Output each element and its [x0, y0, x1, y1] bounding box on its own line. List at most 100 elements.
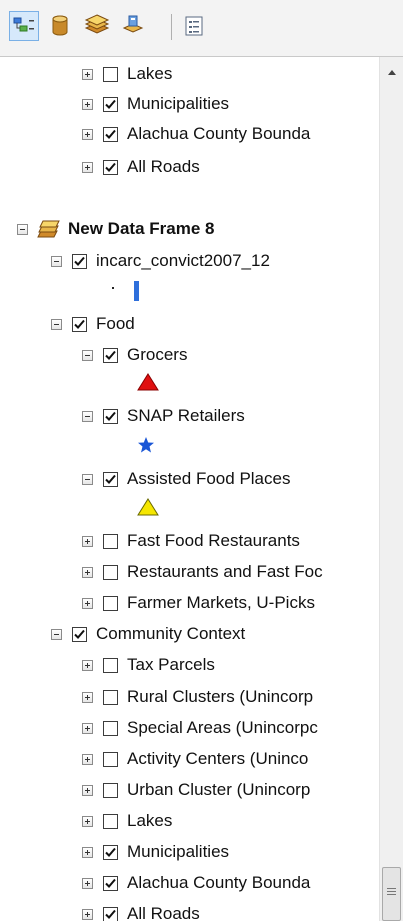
layer-checkbox[interactable] [103, 533, 118, 549]
layer-checkbox[interactable] [103, 595, 118, 611]
collapse-icon[interactable] [51, 318, 62, 330]
list-by-selection-icon [122, 15, 144, 33]
expand-icon[interactable] [82, 128, 93, 140]
grip-icon [387, 888, 396, 895]
scrollbar-thumb[interactable] [382, 867, 401, 921]
collapse-icon[interactable] [51, 255, 62, 267]
expand-icon[interactable] [82, 68, 93, 80]
data-frame-row[interactable]: New Data Frame 8 [17, 216, 214, 242]
layer-row[interactable]: Urban Cluster (Unincorp [82, 777, 310, 803]
layer-checkbox[interactable] [103, 657, 118, 673]
layer-checkbox[interactable] [103, 564, 118, 580]
layer-label: SNAP Retailers [127, 406, 245, 425]
layer-label: Lakes [127, 811, 173, 830]
layer-checkbox[interactable] [103, 471, 118, 487]
list-by-visibility-button[interactable] [82, 11, 112, 41]
layer-label: Alachua County Bounda [127, 873, 311, 892]
scroll-up-arrow-icon[interactable] [384, 65, 400, 79]
layer-label: Assisted Food Places [127, 469, 291, 488]
layer-row[interactable]: incarc_convict2007_12 [51, 248, 270, 274]
vertical-scrollbar[interactable] [379, 57, 403, 921]
layer-checkbox[interactable] [103, 906, 118, 921]
collapse-icon[interactable] [82, 410, 93, 422]
layer-checkbox[interactable] [103, 126, 118, 142]
layer-label: Community Context [96, 624, 246, 643]
red-triangle-symbol-icon [137, 373, 159, 391]
list-by-selection-button[interactable] [118, 11, 148, 41]
group-layer-row[interactable]: Community Context [51, 621, 245, 647]
layer-row[interactable]: Lakes [82, 808, 172, 834]
expand-icon[interactable] [82, 535, 93, 547]
expand-icon[interactable] [82, 908, 93, 920]
layer-row[interactable]: Lakes [82, 61, 172, 87]
layer-checkbox[interactable] [103, 844, 118, 860]
layer-row[interactable]: Fast Food Restaurants [82, 528, 300, 554]
layer-row[interactable]: All Roads [82, 154, 200, 180]
layer-checkbox[interactable] [103, 159, 118, 175]
layer-checkbox[interactable] [103, 96, 118, 112]
expand-icon[interactable] [82, 161, 93, 173]
list-by-source-button[interactable] [45, 11, 75, 41]
list-by-drawing-order-button[interactable] [9, 11, 39, 41]
layer-checkbox[interactable] [103, 408, 118, 424]
layer-label: incarc_convict2007_12 [96, 251, 270, 270]
layer-label: Municipalities [127, 94, 230, 113]
layer-checkbox[interactable] [103, 782, 118, 798]
layer-row[interactable]: All Roads [82, 901, 200, 921]
legend-point-symbol [112, 287, 114, 289]
layer-row[interactable]: Municipalities [82, 91, 229, 117]
expand-icon[interactable] [82, 877, 93, 889]
layer-checkbox[interactable] [103, 66, 118, 82]
layer-row[interactable]: Restaurants and Fast Foc [82, 559, 323, 585]
collapse-icon[interactable] [51, 628, 62, 640]
toc-toolbar [0, 0, 403, 57]
collapse-icon[interactable] [82, 473, 93, 485]
expand-icon[interactable] [82, 753, 93, 765]
yellow-triangle-symbol-icon [137, 498, 159, 516]
expand-icon[interactable] [82, 815, 93, 827]
layer-checkbox[interactable] [103, 875, 118, 891]
layer-row[interactable]: Activity Centers (Uninco [82, 746, 308, 772]
layer-checkbox[interactable] [72, 316, 87, 332]
expand-icon[interactable] [82, 722, 93, 734]
layer-row[interactable]: Municipalities [82, 839, 229, 865]
check-mark-icon [105, 162, 116, 172]
layer-checkbox[interactable] [103, 751, 118, 767]
check-mark-icon [105, 129, 116, 139]
layer-row[interactable]: Rural Clusters (Unincorp [82, 684, 313, 710]
layer-checkbox[interactable] [103, 720, 118, 736]
check-mark-icon [105, 474, 116, 484]
layer-checkbox[interactable] [103, 347, 118, 363]
layer-row[interactable]: SNAP Retailers [82, 403, 245, 429]
expand-icon[interactable] [82, 846, 93, 858]
data-frame-icon [37, 220, 60, 238]
list-by-source-icon [52, 15, 68, 36]
layer-checkbox[interactable] [103, 689, 118, 705]
expand-icon[interactable] [82, 784, 93, 796]
table-of-contents: Lakes Municipalities Alachua County Boun… [0, 57, 378, 921]
expand-icon[interactable] [82, 691, 93, 703]
layer-label: All Roads [127, 904, 200, 921]
layer-checkbox[interactable] [103, 813, 118, 829]
layer-row[interactable]: Tax Parcels [82, 652, 215, 678]
layer-row[interactable]: Grocers [82, 342, 187, 368]
check-mark-icon [105, 411, 116, 421]
layer-row[interactable]: Special Areas (Unincorpc [82, 715, 318, 741]
layer-checkbox[interactable] [72, 626, 87, 642]
expand-icon[interactable] [82, 659, 93, 671]
expand-icon[interactable] [82, 98, 93, 110]
layer-row[interactable]: Assisted Food Places [82, 466, 290, 492]
layer-checkbox[interactable] [72, 253, 87, 269]
layer-row[interactable]: Alachua County Bounda [82, 121, 310, 147]
layer-row[interactable]: Alachua County Bounda [82, 870, 310, 896]
collapse-icon[interactable] [82, 349, 93, 361]
options-button[interactable] [179, 11, 209, 41]
expand-icon[interactable] [82, 566, 93, 578]
layer-label: Special Areas (Unincorpc [127, 718, 318, 737]
expand-icon[interactable] [82, 597, 93, 609]
layer-row[interactable]: Farmer Markets, U-Picks [82, 590, 315, 616]
layer-label: Urban Cluster (Unincorp [127, 780, 311, 799]
check-mark-icon [105, 878, 116, 888]
collapse-icon[interactable] [17, 223, 28, 235]
group-layer-row[interactable]: Food [51, 311, 135, 337]
